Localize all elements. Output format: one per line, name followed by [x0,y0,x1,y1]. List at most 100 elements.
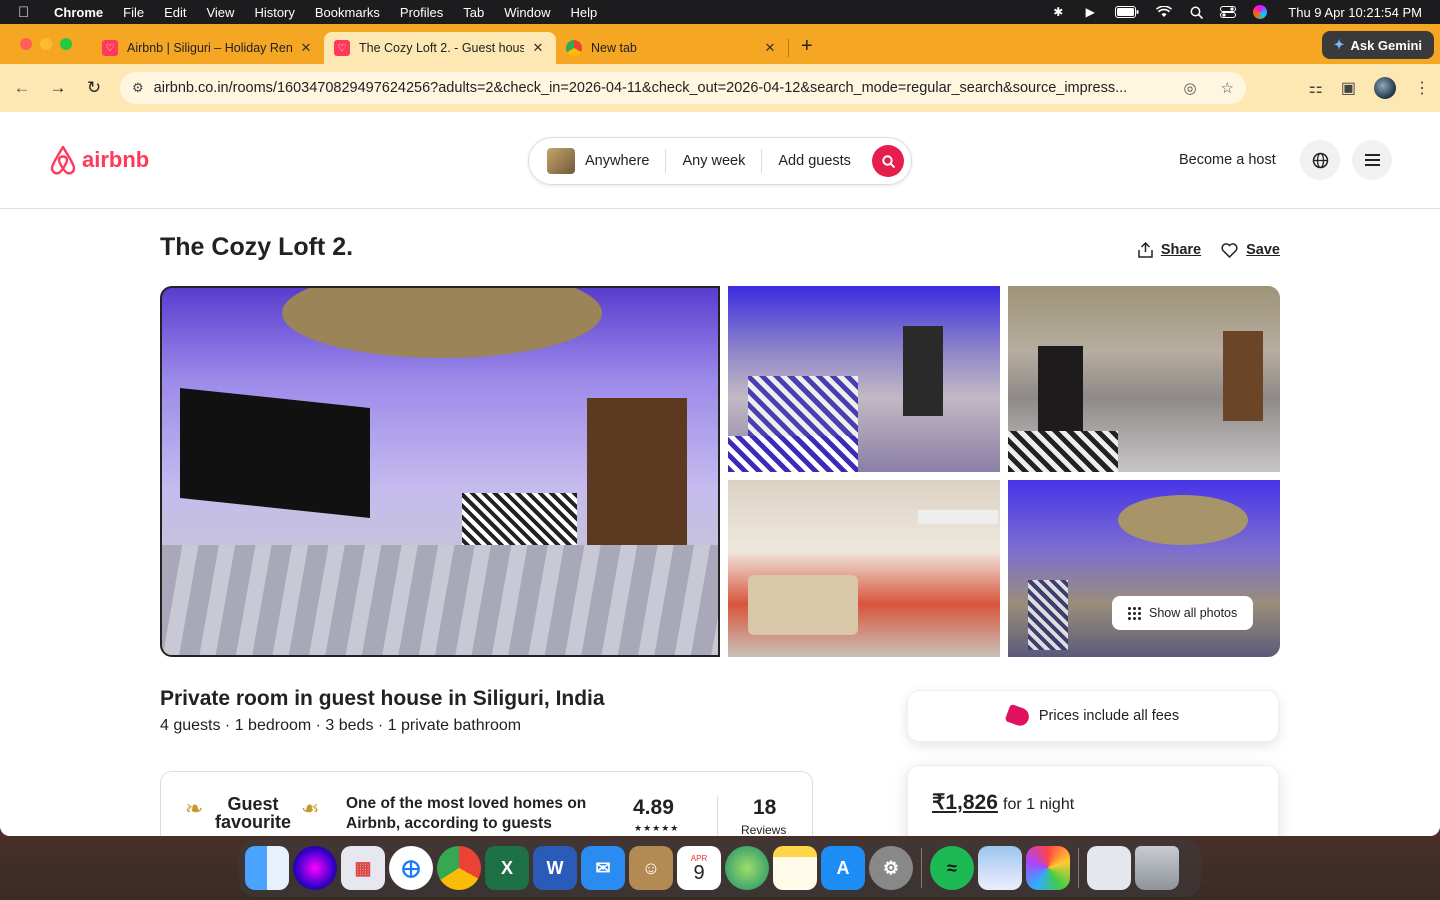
listing-actions: Share Save [1138,242,1280,258]
ask-gemini-button[interactable]: ✦ Ask Gemini [1321,31,1434,59]
play-icon[interactable]: ▶ [1082,5,1098,19]
maximize-window-button[interactable] [60,38,72,50]
spotify-icon[interactable]: ≈ [930,846,974,890]
airbnb-page: airbnb Anywhere Any week Add guests Beco… [0,112,1440,836]
close-window-button[interactable] [20,38,32,50]
globe-language-icon[interactable] [1300,140,1340,180]
search-bar[interactable]: Anywhere Any week Add guests [528,137,912,185]
eye-off-icon[interactable]: ◎ [1183,79,1196,97]
excel-icon[interactable]: X [485,846,529,890]
finder-icon[interactable] [245,846,289,890]
launchpad-icon[interactable]: ▦ [341,846,385,890]
become-host-link[interactable]: Become a host [1179,152,1276,168]
search-any-week[interactable]: Any week [666,149,761,173]
tab-airbnb-siliguri[interactable]: ♡ Airbnb | Siliguri – Holiday Ren ✕ [92,32,324,64]
trash-icon[interactable] [1135,846,1179,890]
share-button[interactable]: Share [1138,242,1201,258]
search-add-guests[interactable]: Add guests [762,149,867,173]
house-icon [547,148,575,174]
menu-bookmarks[interactable]: Bookmarks [315,5,380,20]
system-settings-gear-icon[interactable]: ⚙ [869,846,913,890]
contacts-icon[interactable]: ☺ [629,846,673,890]
menu-app-name[interactable]: Chrome [54,5,103,20]
browser-window: ♡ Airbnb | Siliguri – Holiday Ren ✕ ♡ Th… [0,24,1440,836]
menu-history[interactable]: History [254,5,294,20]
dock-separator [921,848,922,888]
new-tab-plus-icon[interactable]: + [801,35,813,58]
menu-help[interactable]: Help [571,5,598,20]
reload-icon[interactable]: ↻ [76,78,112,98]
calendar-icon[interactable]: APR 9 [677,846,721,890]
menu-file[interactable]: File [123,5,144,20]
listing-subtitle: Private room in guest house in Siliguri,… [160,687,605,710]
safari-icon[interactable]: ⨁ [389,846,433,890]
bluetooth-icon[interactable]: ✱ [1050,5,1066,19]
photo-bathroom[interactable] [728,480,1000,657]
tab-cozy-loft[interactable]: ♡ The Cozy Loft 2. - Guest hous ✕ [324,32,556,64]
photo-bedroom[interactable] [728,286,1000,472]
price-suffix: for 1 night [1003,796,1075,813]
show-all-photos-button[interactable]: Show all photos [1112,596,1254,630]
hamburger-menu-icon[interactable] [1352,140,1392,180]
menubar-datetime[interactable]: Thu 9 Apr 10:21:54 PM [1288,5,1422,20]
back-arrow-icon[interactable]: ← [4,78,40,98]
notes-icon[interactable] [773,846,817,890]
maps-icon[interactable] [725,846,769,890]
menu-view[interactable]: View [206,5,234,20]
wifi-icon[interactable] [1156,5,1173,19]
preview-icon[interactable] [978,846,1022,890]
siri-icon[interactable] [1252,5,1268,19]
photo-bedroom-ceiling[interactable] [1008,480,1280,657]
bookmark-star-icon[interactable]: ☆ [1221,79,1234,97]
app-store-icon[interactable]: A [821,846,865,890]
url-text[interactable]: airbnb.co.in/rooms/1603470829497624256?a… [154,80,1172,96]
profile-avatar[interactable] [1374,77,1396,99]
control-center-icon[interactable] [1220,5,1237,19]
tab-close-icon[interactable]: ✕ [762,40,778,56]
tab-new-tab[interactable]: New tab ✕ [556,32,788,64]
menu-tab[interactable]: Tab [463,5,484,20]
menu-profiles[interactable]: Profiles [400,5,443,20]
apple-icon[interactable]:  [18,4,36,21]
menu-window[interactable]: Window [504,5,550,20]
chrome-icon[interactable] [437,846,481,890]
tab-search-icon[interactable]: ▣ [1341,78,1356,98]
search-anywhere[interactable]: Anywhere [585,149,665,173]
main-photo-living-room[interactable] [160,286,720,657]
listing-details: 4 guests · 1 bedroom · 3 beds · 1 privat… [160,717,522,734]
spotlight-search-icon[interactable] [1188,5,1204,19]
site-settings-icon[interactable]: ⚙ [132,80,144,96]
divider [717,796,718,836]
extensions-puzzle-icon[interactable]: ⚏ [1309,78,1323,98]
siri-icon[interactable] [293,846,337,890]
heart-icon [1221,242,1238,258]
tab-separator [788,39,789,57]
star-rating-icon: ★★★★★ [634,823,680,833]
address-bar[interactable]: ⚙ airbnb.co.in/rooms/1603470829497624256… [120,72,1246,104]
photo-room-view[interactable] [1008,286,1280,472]
menu-edit[interactable]: Edit [164,5,186,20]
toolbar-right-icons: ⚏ ▣ ⋮ [1309,64,1430,112]
tab-close-icon[interactable]: ✕ [530,40,546,56]
search-button[interactable] [872,145,904,177]
site-header: airbnb Anywhere Any week Add guests Beco… [0,112,1440,209]
word-icon[interactable]: W [533,846,577,890]
mail-icon[interactable]: ✉ [581,846,625,890]
minimize-window-button[interactable] [40,38,52,50]
price-per-night[interactable]: ₹1,826 [932,790,998,815]
forward-arrow-icon[interactable]: → [40,78,76,98]
battery-icon[interactable] [1114,5,1140,19]
prices-include-fees-banner: Prices include all fees [907,690,1279,742]
guest-favourite-card[interactable]: ❧ Guest favourite ❧ One of the most love… [160,771,813,836]
reviews-count[interactable]: 18 [753,796,776,820]
kebab-menu-icon[interactable]: ⋮ [1414,78,1430,98]
photos-icon[interactable] [1026,846,1070,890]
airbnb-logo[interactable]: airbnb [48,144,149,176]
fees-note: Prices include all fees [1038,708,1180,724]
downloads-folder-icon[interactable] [1087,846,1131,890]
gemini-sparkle-icon: ✦ [1333,37,1345,52]
door-shape [1223,331,1263,421]
reviews-label[interactable]: Reviews [741,823,786,836]
save-button[interactable]: Save [1221,242,1280,258]
tab-close-icon[interactable]: ✕ [298,40,314,56]
